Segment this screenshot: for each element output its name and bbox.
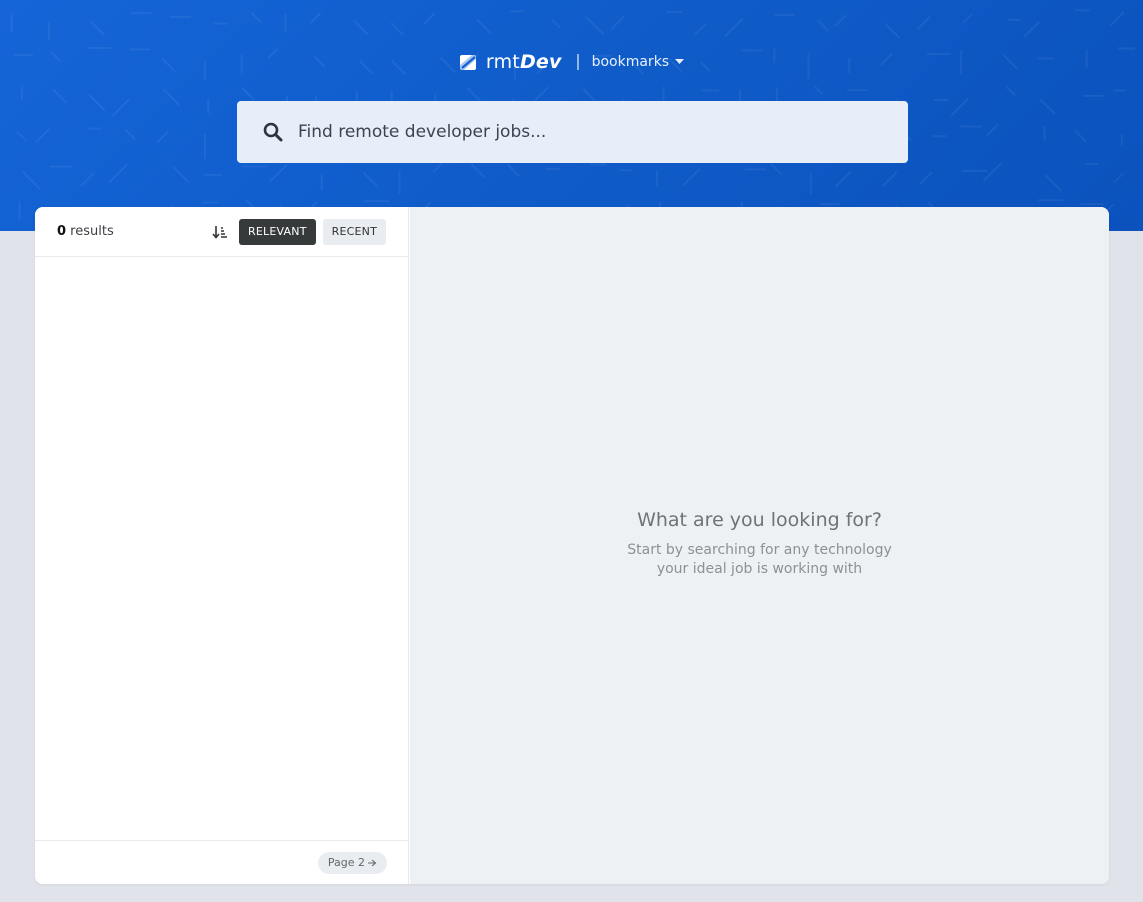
- empty-state-line-2: your ideal job is working with: [656, 561, 863, 577]
- bookmarks-label: bookmarks: [591, 54, 670, 70]
- caret-down-icon: [675, 59, 685, 65]
- empty-state: What are you looking for? Start by searc…: [410, 509, 1109, 579]
- logo[interactable]: rmtDev: [459, 51, 562, 73]
- hero-header: rmtDev bookmarks: [0, 0, 1143, 231]
- logo-text: rmtDev: [486, 51, 562, 73]
- logo-icon: [459, 53, 479, 71]
- search-icon[interactable]: [263, 122, 283, 142]
- main-container: 0 results RELEVANT RECENT Page 2 What ar…: [35, 207, 1109, 884]
- arrow-right-icon: [368, 859, 377, 867]
- empty-state-line-1: Start by searching for any technology: [627, 542, 892, 558]
- bookmarks-button[interactable]: bookmarks: [592, 54, 685, 70]
- results-count: 0 results: [57, 224, 114, 239]
- empty-state-title: What are you looking for?: [637, 509, 882, 531]
- job-details: What are you looking for? Start by searc…: [410, 207, 1109, 884]
- sort-icon: [212, 224, 228, 240]
- results-count-label: results: [66, 224, 114, 239]
- empty-state-text: Start by searching for any technology yo…: [410, 541, 1109, 579]
- next-page-button[interactable]: Page 2: [317, 851, 387, 874]
- sidebar-top: 0 results RELEVANT RECENT: [35, 207, 408, 257]
- search-form: [237, 101, 908, 163]
- header-divider: [576, 54, 579, 70]
- sorting: RELEVANT RECENT: [212, 218, 386, 245]
- search-input[interactable]: [298, 122, 858, 142]
- sidebar: 0 results RELEVANT RECENT Page 2: [35, 207, 409, 884]
- results-count-number: 0: [57, 224, 67, 239]
- top-bar: rmtDev bookmarks: [0, 48, 1143, 76]
- logo-prefix: rmt: [485, 51, 520, 73]
- pagination: Page 2: [35, 840, 409, 884]
- next-page-label: Page 2: [327, 856, 365, 869]
- sort-recent-button[interactable]: RECENT: [322, 218, 386, 245]
- logo-bold: Dev: [519, 51, 562, 73]
- sort-relevant-button[interactable]: RELEVANT: [239, 218, 316, 245]
